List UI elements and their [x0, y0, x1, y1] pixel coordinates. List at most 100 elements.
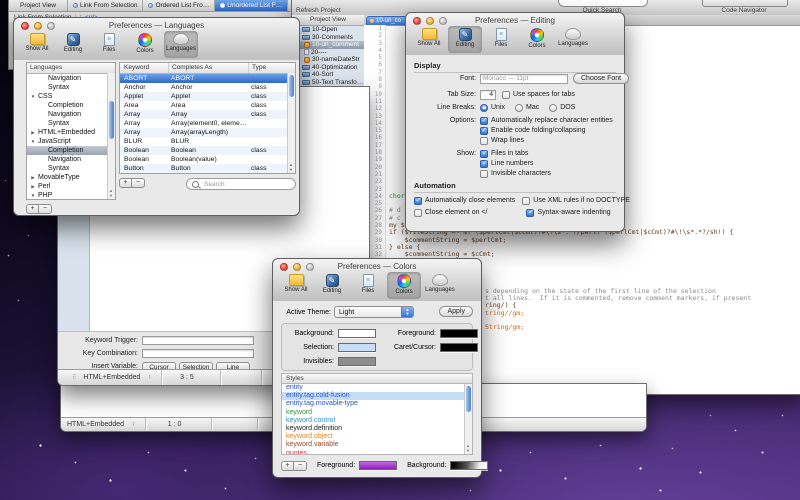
language-item[interactable]: Syntax	[27, 164, 115, 173]
toolbar-item-languages[interactable]: Languages	[164, 31, 198, 58]
style-background-well[interactable]	[450, 461, 488, 470]
add-button[interactable]: +	[281, 461, 294, 471]
disclosure-triangle-icon[interactable]: ▼	[30, 137, 36, 146]
disclosure-triangle-icon[interactable]: ▶	[30, 128, 36, 137]
remove-button[interactable]: −	[39, 204, 52, 214]
code-folding-checkbox[interactable]: Enable code folding/collapsing	[480, 127, 586, 135]
font-field[interactable]	[480, 74, 568, 84]
auto-close-elements-checkbox[interactable]: Automatically close elements	[414, 197, 515, 205]
radio-dos[interactable]: DOS	[549, 104, 575, 112]
keyword-search-field[interactable]	[186, 178, 296, 190]
tree-item[interactable]: 30-nameDateStr	[292, 56, 364, 64]
table-row[interactable]: BooleanBooleanclass	[120, 146, 295, 155]
checkbox-icon[interactable]	[414, 197, 422, 205]
toolbar-item-colors[interactable]: Colors	[520, 26, 554, 53]
language-mode-popup[interactable]: HTML+Embedded	[83, 374, 140, 381]
scroll-down-icon[interactable]: ▼	[108, 193, 114, 198]
toolbar-item-show-all[interactable]: Show All	[279, 272, 313, 299]
wrap-lines-checkbox[interactable]: Wrap lines	[480, 137, 524, 145]
snippet-chip-link-from-selection[interactable]: Link From Selection	[68, 0, 143, 11]
selection-color-well[interactable]	[338, 343, 376, 352]
toolbar-item-show-all[interactable]: Show All	[20, 31, 54, 58]
add-button[interactable]: +	[26, 204, 39, 214]
language-item-selected[interactable]: Completion	[27, 146, 115, 155]
language-item[interactable]: Navigation	[27, 74, 115, 83]
language-group[interactable]: ▼JavaScript	[27, 137, 115, 146]
apply-button[interactable]: Apply	[439, 306, 473, 317]
language-item[interactable]: Navigation	[27, 155, 115, 164]
checkbox-icon[interactable]	[480, 137, 488, 145]
style-foreground-well[interactable]	[359, 461, 397, 470]
minimize-button[interactable]	[293, 263, 301, 271]
table-row[interactable]: BooleanBoolean(value)	[120, 155, 295, 164]
checkbox-icon[interactable]	[480, 117, 488, 125]
radio-icon[interactable]	[549, 104, 557, 112]
radio-mac[interactable]: Mac	[515, 104, 539, 112]
radio-icon[interactable]	[480, 104, 488, 112]
checkbox-icon[interactable]	[480, 170, 488, 178]
disclosure-triangle-icon[interactable]: ▼	[30, 191, 36, 200]
tree-item[interactable]: 20----	[292, 49, 364, 57]
language-group[interactable]: ▼PHP	[27, 191, 115, 200]
radio-unix[interactable]: Unix	[480, 104, 505, 112]
resize-grip-icon[interactable]: ⠿	[72, 374, 75, 381]
checkbox-icon[interactable]	[480, 150, 488, 158]
syntax-aware-indenting-checkbox[interactable]: Syntax-aware indenting	[526, 209, 610, 217]
scroll-down-icon[interactable]: ▼	[288, 167, 294, 172]
toolbar-item-editing[interactable]: ✎Editing	[315, 272, 349, 299]
close-button[interactable]	[413, 17, 421, 25]
language-group[interactable]: ▶Perl	[27, 182, 115, 191]
close-button[interactable]	[21, 22, 29, 30]
line-numbers-checkbox[interactable]: Line numbers	[480, 160, 533, 168]
replace-entities-checkbox[interactable]: Automatically replace character entities	[480, 117, 613, 125]
tree-item[interactable]: ▶10-Open	[292, 26, 364, 34]
tree-item[interactable]: ▶40-Optimization	[292, 64, 364, 72]
checkbox-icon[interactable]	[414, 209, 422, 217]
keyword-table-scrollbar[interactable]: ▲▼	[287, 73, 295, 173]
scrollbar-thumb[interactable]	[109, 101, 114, 139]
table-row[interactable]: BLURBLUR	[120, 137, 295, 146]
disclosure-triangle-icon[interactable]: ▼	[30, 92, 36, 101]
language-group[interactable]: ▶MovableType	[27, 173, 115, 182]
scrollbar-thumb[interactable]	[466, 386, 471, 412]
tab-size-input[interactable]	[480, 90, 496, 100]
close-button[interactable]	[280, 263, 288, 271]
key-combination-input[interactable]	[142, 349, 254, 358]
toolbar-item-languages[interactable]: Languages	[423, 272, 457, 299]
use-spaces-checkbox[interactable]: Use spaces for tabs	[502, 91, 575, 99]
table-row[interactable]: AppletAppletclass	[120, 92, 295, 101]
language-mode-popup[interactable]: HTML+Embedded	[67, 421, 124, 428]
styles-scrollbar[interactable]: ▲▼	[464, 384, 472, 454]
caret-color-well[interactable]	[440, 343, 478, 352]
tree-item[interactable]: ▶40-Sort	[292, 71, 364, 79]
style-item[interactable]: keyword	[282, 409, 472, 417]
snippet-chip-project-view[interactable]: Project View	[9, 0, 68, 11]
snippet-chip-ordered-list[interactable]: Ordered List Fro…	[143, 0, 215, 11]
add-button[interactable]: +	[119, 178, 132, 188]
disclosure-triangle-icon[interactable]: ▶	[30, 173, 36, 182]
toolbar-item-editing[interactable]: ✎Editing	[56, 31, 90, 58]
code-navigator-button[interactable]	[702, 0, 788, 7]
tree-item-selected[interactable]: 10-un_comment	[292, 41, 364, 49]
table-row[interactable]: ArrayArray(element0, eleme…	[120, 119, 295, 128]
column-header-completes-as[interactable]: Completes As	[168, 63, 248, 73]
remove-button[interactable]: −	[132, 178, 145, 188]
toolbar-item-show-all[interactable]: Show All	[412, 26, 446, 53]
snippet-chip-unordered-list[interactable]: Unordered List F…	[215, 0, 288, 11]
scrollbar-thumb[interactable]	[289, 75, 294, 97]
style-item[interactable]: entity.tag.movable-type	[282, 400, 472, 408]
checkbox-icon[interactable]	[526, 209, 534, 217]
toolbar-item-colors[interactable]: Colors	[128, 31, 162, 58]
table-row[interactable]: ArrayArray(arrayLength)	[120, 128, 295, 137]
table-row[interactable]: ArrayArrayclass	[120, 110, 295, 119]
remove-button[interactable]: −	[294, 461, 307, 471]
languages-scrollbar[interactable]: ▲▼	[107, 73, 115, 199]
table-row[interactable]: AreaAreaclass	[120, 101, 295, 110]
column-header-type[interactable]: Type	[248, 63, 295, 73]
disclosure-triangle-icon[interactable]: ▶	[30, 182, 36, 191]
keyword-trigger-input[interactable]	[142, 336, 254, 345]
table-row[interactable]: AnchorAnchorclass	[120, 83, 295, 92]
toolbar-item-languages[interactable]: Languages	[556, 26, 590, 53]
language-group[interactable]: ▼CSS	[27, 92, 115, 101]
style-item[interactable]: keyword.definition	[282, 425, 472, 433]
